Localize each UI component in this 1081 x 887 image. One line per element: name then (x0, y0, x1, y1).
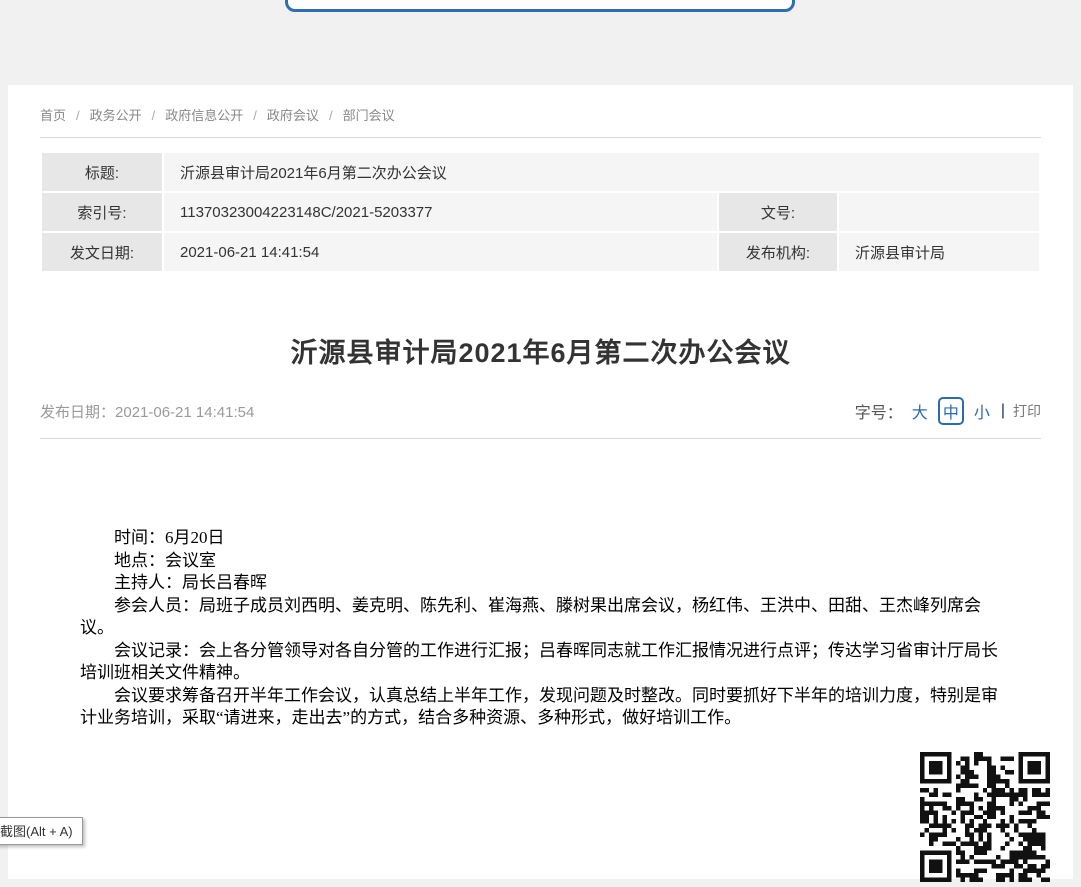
fontsize-small-button[interactable]: 小 (974, 399, 990, 423)
meta-title-label: 标题: (42, 153, 162, 191)
content-card: 首页/政务公开/政府信息公开/政府会议/部门会议/ 标题: 沂源县审计局2021… (8, 85, 1073, 879)
fontsize-print-controls: 字号： 大 中 小 | 打印 (855, 397, 1041, 425)
meta-date-label: 发文日期: (42, 233, 162, 271)
divider-line (40, 137, 1041, 138)
meta-org-value: 沂源县审计局 (839, 233, 1039, 271)
paragraph: 地点：会议室 (80, 550, 1013, 573)
meta-row-date: 发文日期: 2021-06-21 14:41:54 发布机构: 沂源县审计局 (42, 233, 1039, 271)
breadcrumb-link[interactable]: 政府会议 (267, 108, 319, 123)
publish-date-label: 发布日期： (40, 404, 115, 421)
paragraph: 参会人员：局班子成员刘西明、姜克明、陈先利、崔海燕、滕树果出席会议，杨红伟、王洪… (80, 595, 1013, 640)
meta-row-title: 标题: 沂源县审计局2021年6月第二次办公会议 (42, 153, 1039, 191)
publish-row: 发布日期：2021-06-21 14:41:54 字号： 大 中 小 | 打印 (40, 396, 1041, 426)
breadcrumb-separator: / (329, 108, 333, 123)
publish-date: 发布日期：2021-06-21 14:41:54 (40, 401, 254, 422)
meta-title-value: 沂源县审计局2021年6月第二次办公会议 (164, 153, 1039, 191)
meta-row-index: 索引号: 11370323004223148C/2021-5203377 文号: (42, 193, 1039, 231)
breadcrumb-item: 政府会议 / (267, 108, 343, 123)
breadcrumb-item: 政务公开 / (90, 108, 166, 123)
fontsize-label: 字号： (855, 399, 903, 423)
search-box-partial (285, 0, 795, 12)
meta-index-label: 索引号: (42, 193, 162, 231)
breadcrumb-separator: / (76, 108, 80, 123)
breadcrumb: 首页 / 政务公开 / 政府信息公开 / 政府会议 / 部门会议/ (8, 85, 1073, 137)
meta-docno-label: 文号: (719, 193, 837, 231)
divider-line (40, 438, 1041, 439)
article-body: 时间：6月20日地点：会议室主持人：局长吕春晖参会人员：局班子成员刘西明、姜克明… (80, 527, 1013, 730)
breadcrumb-item: 政府信息公开 / (165, 108, 267, 123)
breadcrumb-separator: / (152, 108, 156, 123)
print-button[interactable]: 打印 (1013, 401, 1041, 421)
meta-org-label: 发布机构: (719, 233, 837, 271)
qr-code (920, 752, 1050, 882)
paragraph: 时间：6月20日 (80, 527, 1013, 550)
paragraph: 主持人：局长吕春晖 (80, 572, 1013, 595)
meta-table: 标题: 沂源县审计局2021年6月第二次办公会议 索引号: 1137032300… (40, 151, 1041, 273)
paragraph: 会议记录：会上各分管领导对各自分管的工作进行汇报；吕春晖同志就工作汇报情况进行点… (80, 640, 1013, 685)
publish-date-value: 2021-06-21 14:41:54 (115, 404, 254, 421)
meta-docno-value (839, 193, 1039, 231)
breadcrumb-separator: / (253, 108, 257, 123)
paragraph: 会议要求筹备召开半年工作会议，认真总结上半年工作，发现问题及时整改。同时要抓好下… (80, 685, 1013, 730)
meta-index-value: 11370323004223148C/2021-5203377 (164, 193, 717, 231)
screenshot-tooltip: 截图(Alt + A) (0, 817, 83, 845)
vertical-divider: | (1001, 402, 1005, 420)
breadcrumb-item: 首页 / (40, 108, 90, 123)
breadcrumb-item: 部门会议/ (343, 108, 395, 123)
fontsize-large-button[interactable]: 大 (912, 399, 928, 423)
breadcrumb-link[interactable]: 政务公开 (90, 108, 142, 123)
fontsize-medium-button[interactable]: 中 (938, 397, 964, 425)
breadcrumb-link[interactable]: 首页 (40, 108, 66, 123)
breadcrumb-link[interactable]: 政府信息公开 (165, 108, 243, 123)
breadcrumb-link[interactable]: 部门会议 (343, 108, 395, 123)
meta-date-value: 2021-06-21 14:41:54 (164, 233, 717, 271)
page-title: 沂源县审计局2021年6月第二次办公会议 (40, 331, 1041, 370)
